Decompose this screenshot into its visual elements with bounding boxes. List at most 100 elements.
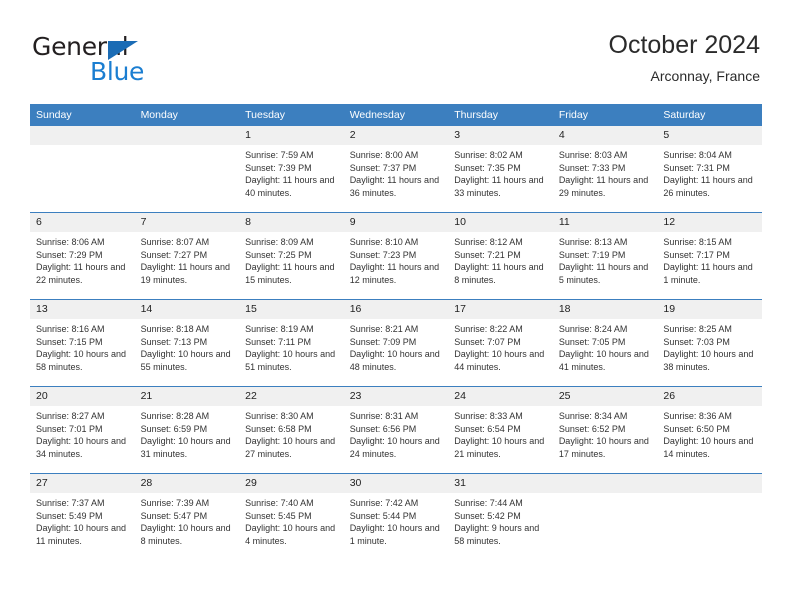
calendar-day-cell[interactable]: 9 Sunrise: 8:10 AM Sunset: 7:23 PM Daylight… [343, 212, 449, 300]
day-sun-info: Sunrise: 8:03 AM Sunset: 7:33 PM Daylight:… [553, 145, 658, 199]
sunset-text: Sunset: 7:13 PM [140, 336, 208, 347]
calendar-day-cell[interactable]: 18 Sunrise: 8:24 AM Sunset: 7:05 PM Dayligh… [552, 299, 658, 387]
sunset-text: Sunset: 7:31 PM [663, 162, 730, 173]
daylight-text: Daylight: 11 hours and 1 minute. [663, 262, 753, 285]
calendar-day-cell[interactable]: 1 Sunrise: 7:59 AM Sunset: 7:39 PM Daylight… [239, 126, 344, 213]
calendar-week-row: 20 Sunrise: 8:27 AM Sunset: 7:01 PM Dayligh… [30, 386, 762, 474]
page-subtitle: Arconnay, France [650, 68, 760, 84]
calendar-day-cell[interactable]: 27 Sunrise: 7:37 AM Sunset: 5:49 PM Dayligh… [30, 473, 135, 560]
sunrise-text: Sunrise: 8:03 AM [558, 150, 628, 160]
day-sun-info: Sunrise: 7:37 AM Sunset: 5:49 PM Daylight:… [30, 493, 135, 547]
general-blue-logo[interactable]: General Blue [30, 30, 290, 90]
daylight-text: Daylight: 11 hours and 5 minutes. [558, 262, 649, 285]
calendar-day-cell[interactable]: 15 Sunrise: 8:19 AM Sunset: 7:11 PM Dayligh… [239, 299, 344, 387]
sunset-text: Sunset: 7:15 PM [36, 336, 103, 347]
daylight-text: Daylight: 11 hours and 12 minutes. [349, 262, 440, 285]
sunset-text: Sunset: 7:19 PM [558, 249, 626, 260]
daylight-text: Daylight: 10 hours and 48 minutes. [349, 349, 440, 372]
day-number: 28 [134, 474, 240, 493]
calendar-day-cell[interactable]: 6 Sunrise: 8:06 AM Sunset: 7:29 PM Daylight… [30, 212, 135, 300]
day-sun-info: Sunrise: 8:10 AM Sunset: 7:23 PM Daylight:… [344, 232, 449, 286]
calendar-day-cell[interactable]: 20 Sunrise: 8:27 AM Sunset: 7:01 PM Dayligh… [30, 386, 135, 474]
calendar-day-cell[interactable]: 5 Sunrise: 8:04 AM Sunset: 7:31 PM Daylight… [657, 126, 762, 213]
calendar-day-cell[interactable]: 30 Sunrise: 7:42 AM Sunset: 5:44 PM Dayligh… [343, 473, 449, 560]
calendar-day-cell[interactable]: 4 Sunrise: 8:03 AM Sunset: 7:33 PM Daylight… [552, 126, 658, 213]
calendar-day-cell[interactable]: 3 Sunrise: 8:02 AM Sunset: 7:35 PM Daylight… [448, 126, 553, 213]
sunrise-text: Sunrise: 8:16 AM [36, 324, 105, 334]
day-cell-content: 13 Sunrise: 8:16 AM Sunset: 7:15 PM Dayligh… [30, 300, 135, 386]
day-sun-info: Sunrise: 8:00 AM Sunset: 7:37 PM Daylight:… [344, 145, 449, 199]
calendar-day-cell[interactable]: 31 Sunrise: 7:44 AM Sunset: 5:42 PM Dayligh… [448, 473, 553, 560]
sunrise-text: Sunrise: 8:19 AM [245, 324, 314, 334]
day-number: 13 [30, 300, 135, 319]
calendar-day-cell[interactable]: 19 Sunrise: 8:25 AM Sunset: 7:03 PM Dayligh… [657, 299, 762, 387]
calendar-empty-cell [30, 126, 135, 213]
day-sun-info: Sunrise: 8:16 AM Sunset: 7:15 PM Daylight:… [30, 319, 135, 373]
calendar-day-cell[interactable]: 28 Sunrise: 7:39 AM Sunset: 5:47 PM Dayligh… [134, 473, 240, 560]
day-number: 20 [30, 387, 135, 406]
daylight-text: Daylight: 11 hours and 8 minutes. [454, 262, 544, 285]
sunrise-text: Sunrise: 8:30 AM [245, 411, 314, 421]
day-sun-info: Sunrise: 8:22 AM Sunset: 7:07 PM Daylight:… [448, 319, 553, 373]
day-cell-content: 19 Sunrise: 8:25 AM Sunset: 7:03 PM Dayligh… [657, 300, 762, 386]
day-number: 16 [343, 300, 449, 319]
calendar-day-cell[interactable]: 16 Sunrise: 8:21 AM Sunset: 7:09 PM Dayligh… [343, 299, 449, 387]
calendar-day-cell[interactable]: 11 Sunrise: 8:13 AM Sunset: 7:19 PM Dayligh… [552, 212, 658, 300]
daylight-text: Daylight: 10 hours and 51 minutes. [245, 349, 336, 372]
calendar-day-cell[interactable]: 12 Sunrise: 8:15 AM Sunset: 7:17 PM Dayligh… [657, 212, 762, 300]
calendar-day-cell[interactable]: 17 Sunrise: 8:22 AM Sunset: 7:07 PM Dayligh… [448, 299, 553, 387]
calendar-day-cell[interactable]: 25 Sunrise: 8:34 AM Sunset: 6:52 PM Dayligh… [552, 386, 658, 474]
calendar-day-cell[interactable]: 22 Sunrise: 8:30 AM Sunset: 6:58 PM Dayligh… [239, 386, 344, 474]
calendar-day-cell[interactable]: 8 Sunrise: 8:09 AM Sunset: 7:25 PM Daylight… [239, 212, 344, 300]
sunrise-text: Sunrise: 7:44 AM [454, 498, 523, 508]
sunset-text: Sunset: 7:17 PM [663, 249, 730, 260]
day-cell-content: 6 Sunrise: 8:06 AM Sunset: 7:29 PM Daylight… [30, 213, 135, 299]
day-number: 10 [448, 213, 553, 232]
sunset-text: Sunset: 6:59 PM [140, 423, 208, 434]
sunset-text: Sunset: 7:11 PM [245, 336, 311, 347]
calendar-day-cell[interactable]: 10 Sunrise: 8:12 AM Sunset: 7:21 PM Dayligh… [448, 212, 553, 300]
sunset-text: Sunset: 6:58 PM [245, 423, 312, 434]
day-sun-info: Sunrise: 8:02 AM Sunset: 7:35 PM Daylight:… [448, 145, 553, 199]
calendar-empty-cell [134, 126, 240, 213]
day-cell-content: 12 Sunrise: 8:15 AM Sunset: 7:17 PM Dayligh… [657, 213, 762, 299]
calendar-day-cell[interactable]: 21 Sunrise: 8:28 AM Sunset: 6:59 PM Dayligh… [134, 386, 240, 474]
sunset-text: Sunset: 7:39 PM [245, 162, 312, 173]
daylight-text: Daylight: 10 hours and 17 minutes. [558, 436, 649, 459]
day-sun-info [553, 493, 658, 497]
day-number: 17 [448, 300, 553, 319]
calendar-day-cell[interactable]: 2 Sunrise: 8:00 AM Sunset: 7:37 PM Daylight… [343, 126, 449, 213]
sunrise-text: Sunrise: 8:36 AM [663, 411, 732, 421]
calendar-day-cell[interactable]: 24 Sunrise: 8:33 AM Sunset: 6:54 PM Dayligh… [448, 386, 553, 474]
calendar-day-cell[interactable]: 26 Sunrise: 8:36 AM Sunset: 6:50 PM Dayligh… [657, 386, 762, 474]
day-cell-content: 25 Sunrise: 8:34 AM Sunset: 6:52 PM Dayligh… [552, 387, 658, 473]
calendar-body: 1 Sunrise: 7:59 AM Sunset: 7:39 PM Daylight… [30, 126, 762, 560]
sunset-text: Sunset: 5:47 PM [140, 510, 208, 521]
sunset-text: Sunset: 7:35 PM [454, 162, 521, 173]
sunset-text: Sunset: 7:27 PM [140, 249, 208, 260]
sunrise-text: Sunrise: 8:27 AM [36, 411, 105, 421]
calendar-week-row: 27 Sunrise: 7:37 AM Sunset: 5:49 PM Dayligh… [30, 473, 762, 560]
day-sun-info: Sunrise: 8:15 AM Sunset: 7:17 PM Daylight:… [657, 232, 762, 286]
weekday-header-friday: Friday [552, 104, 658, 126]
calendar-week-row: 13 Sunrise: 8:16 AM Sunset: 7:15 PM Dayligh… [30, 299, 762, 387]
day-sun-info: Sunrise: 8:07 AM Sunset: 7:27 PM Daylight:… [135, 232, 240, 286]
sunset-text: Sunset: 7:09 PM [349, 336, 417, 347]
calendar-day-cell[interactable]: 7 Sunrise: 8:07 AM Sunset: 7:27 PM Daylight… [134, 212, 240, 300]
sunset-text: Sunset: 5:42 PM [454, 510, 521, 521]
day-number [30, 126, 135, 145]
calendar-day-cell[interactable]: 14 Sunrise: 8:18 AM Sunset: 7:13 PM Dayligh… [134, 299, 240, 387]
calendar-day-cell[interactable]: 29 Sunrise: 7:40 AM Sunset: 5:45 PM Dayligh… [239, 473, 344, 560]
day-number: 31 [448, 474, 553, 493]
daylight-text: Daylight: 10 hours and 21 minutes. [454, 436, 545, 459]
daylight-text: Daylight: 11 hours and 22 minutes. [36, 262, 126, 285]
day-cell-content: 16 Sunrise: 8:21 AM Sunset: 7:09 PM Dayligh… [343, 300, 449, 386]
calendar-day-cell[interactable]: 13 Sunrise: 8:16 AM Sunset: 7:15 PM Dayligh… [30, 299, 135, 387]
day-sun-info: Sunrise: 7:44 AM Sunset: 5:42 PM Daylight:… [448, 493, 553, 547]
day-number: 1 [239, 126, 344, 145]
sunrise-text: Sunrise: 7:39 AM [140, 498, 210, 508]
calendar-day-cell[interactable]: 23 Sunrise: 8:31 AM Sunset: 6:56 PM Dayligh… [343, 386, 449, 474]
day-number: 19 [657, 300, 762, 319]
sunset-text: Sunset: 6:52 PM [558, 423, 626, 434]
daylight-text: Daylight: 10 hours and 27 minutes. [245, 436, 336, 459]
